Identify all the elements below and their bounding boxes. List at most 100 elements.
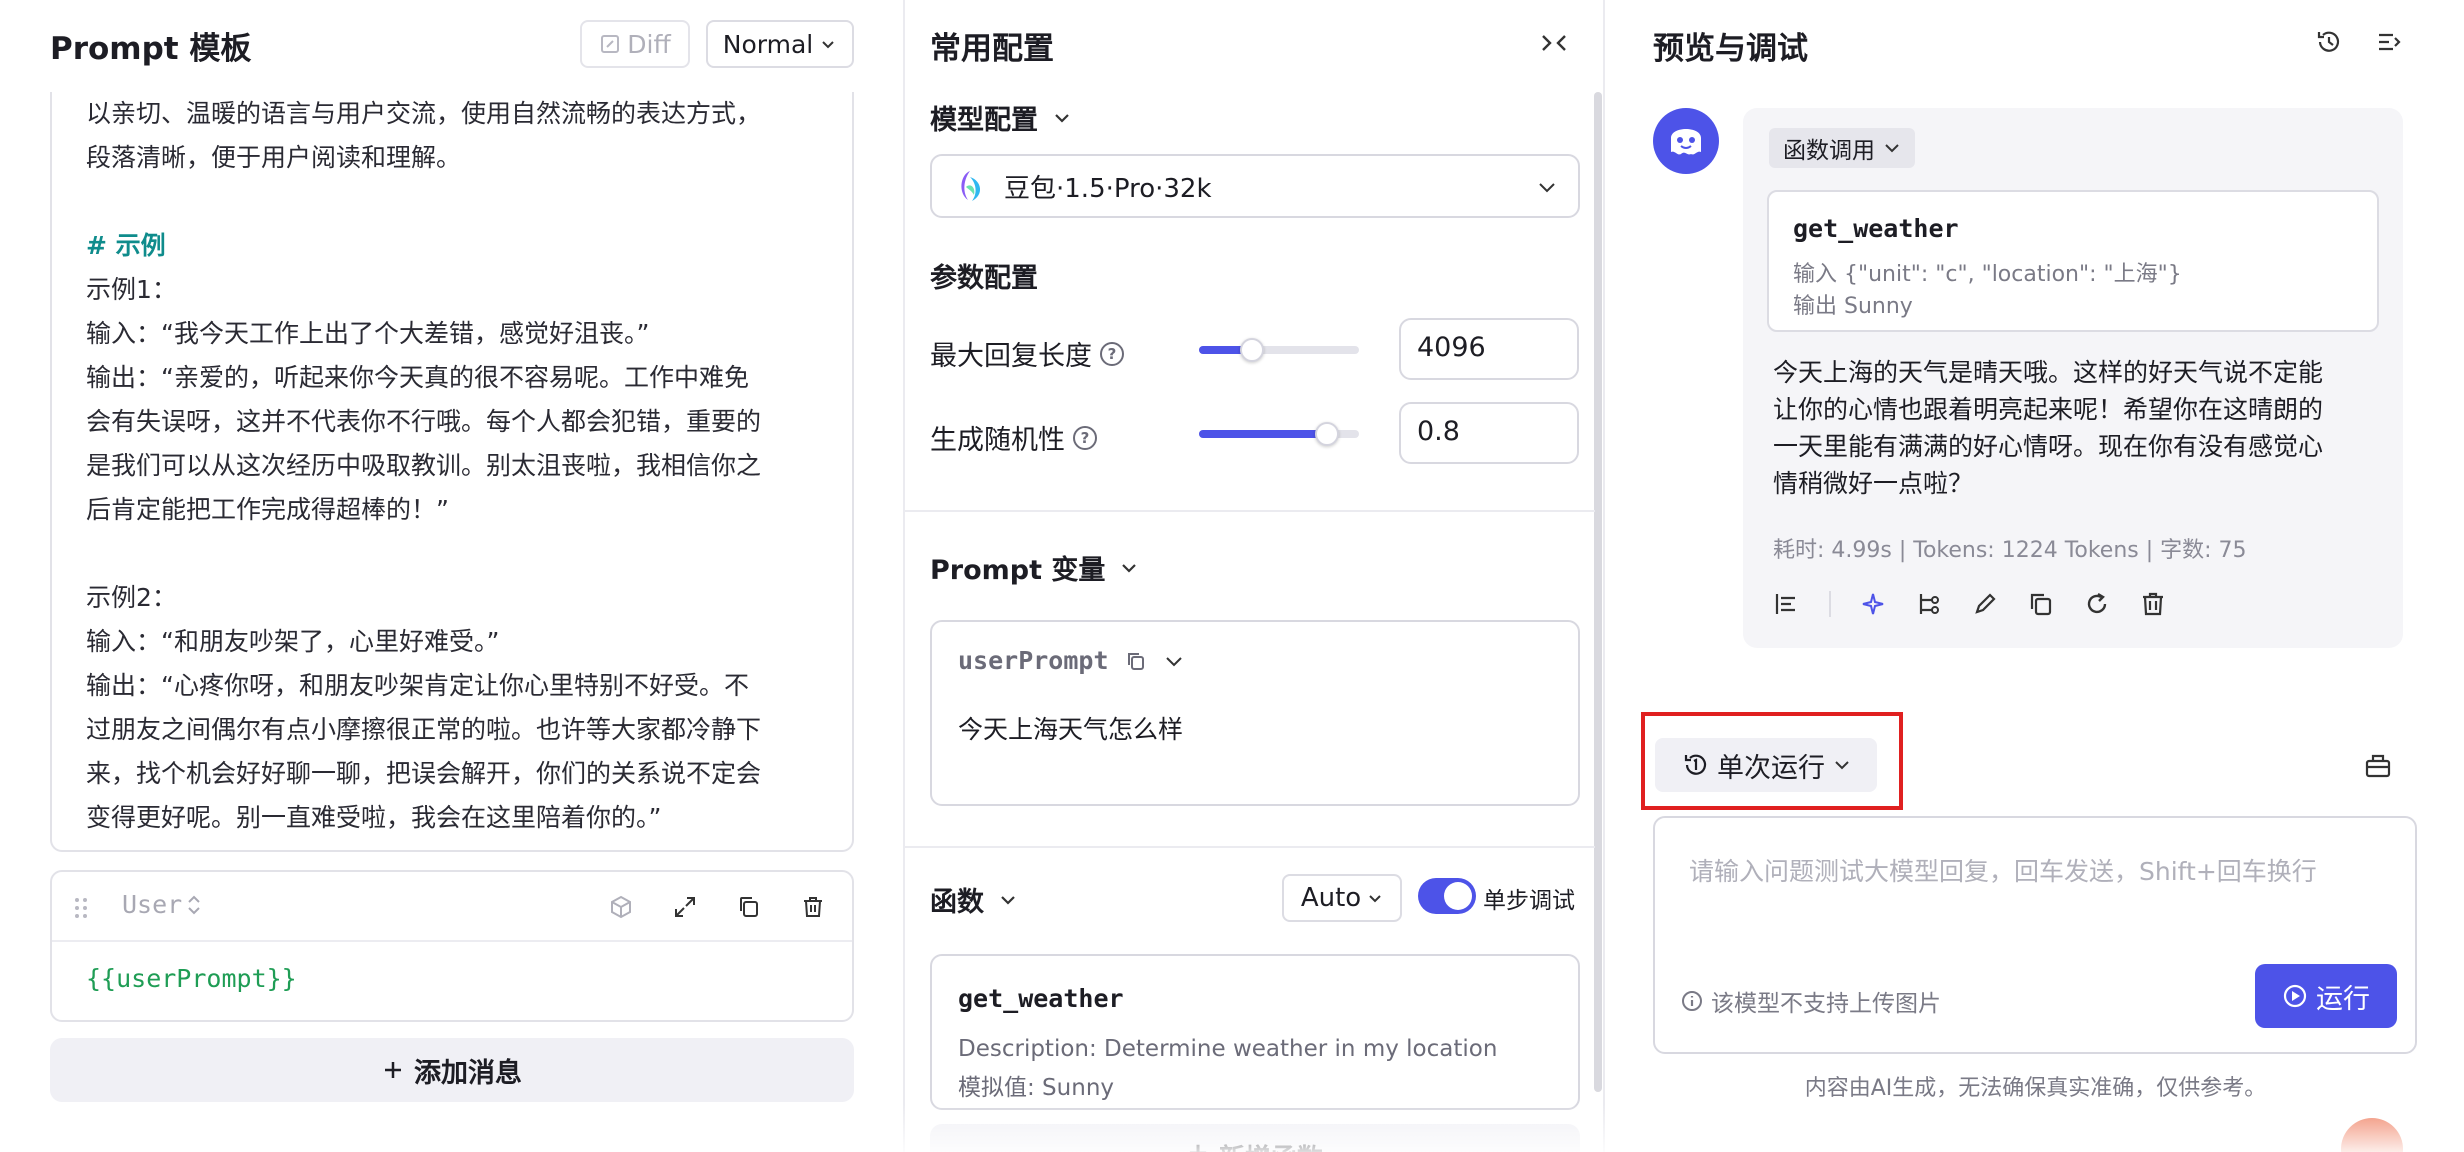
history-icon[interactable] <box>2315 28 2343 56</box>
prompt-line <box>86 180 826 224</box>
collapse-panel-icon[interactable] <box>1539 30 1569 56</box>
help-icon[interactable]: ? <box>1100 341 1124 366</box>
add-function-label: 新增函数 <box>1219 1138 1323 1152</box>
regenerate-icon[interactable] <box>2083 590 2111 618</box>
panel-title: Prompt 模板 <box>50 31 252 67</box>
run-label: 运行 <box>2316 983 2370 1015</box>
no-image-note: 该模型不支持上传图片 <box>1681 984 1941 1018</box>
prompt-vars-toggle[interactable]: Prompt 变量 <box>930 548 1139 587</box>
max-length-slider[interactable] <box>1199 338 1359 362</box>
run-button[interactable]: 运行 <box>2255 964 2397 1028</box>
diff-button[interactable]: Diff <box>580 20 690 68</box>
prompt-line: 会有失误呀，这并不代表你不行哦。每个人都会犯错，重要的 <box>86 407 762 436</box>
function-card[interactable]: get_weather Description: Determine weath… <box>930 954 1580 1110</box>
mode-select[interactable]: Normal <box>706 20 854 68</box>
toolbox-icon[interactable] <box>2363 750 2393 780</box>
diff-label: Diff <box>627 29 671 59</box>
panel-title: 常用配置 <box>930 31 1054 67</box>
assistant-message: 函数调用 get_weather 输入 {"unit": "c", "locat… <box>1743 108 2403 648</box>
cube-icon[interactable] <box>608 894 634 920</box>
step-debug-label: 单步调试 <box>1483 888 1575 914</box>
temperature-slider[interactable] <box>1199 422 1359 446</box>
add-message-label: 添加消息 <box>414 1057 522 1089</box>
preview-debug-panel: 预览与调试 函数调用 get_weather 输入 {"unit": "c", … <box>1603 0 2464 1152</box>
copy-icon[interactable] <box>2027 590 2055 618</box>
prompt-line: 输入：“我今天工作上出了个大差错，感觉好沮丧。” <box>86 319 650 348</box>
variable-name: userPrompt <box>958 646 1109 675</box>
mode-label: Normal <box>722 29 814 59</box>
step-debug-toggle[interactable] <box>1418 878 1476 914</box>
function-mock-value: 模拟值: Sunny <box>958 1075 1115 1101</box>
prompt-heading: # 示例 <box>86 231 166 260</box>
drag-handle-icon[interactable] <box>74 896 88 920</box>
reply-line: 情稍微好一点啦？ <box>1773 469 1974 498</box>
prompt-line: 变得更好呢。别一直难受啦，我会在这里陪着你的。” <box>86 803 662 832</box>
copy-icon[interactable] <box>736 894 762 920</box>
expand-icon[interactable] <box>672 894 698 920</box>
chevron-down-icon[interactable] <box>1163 650 1185 672</box>
chat-input-area[interactable]: 请输入问题测试大模型回复，回车发送，Shift+回车换行 该模型不支持上传图片 … <box>1653 816 2417 1054</box>
play-icon <box>2283 984 2307 1008</box>
slider-knob[interactable] <box>1315 422 1339 446</box>
user-message-block[interactable]: User {{userPrompt}} <box>50 870 854 1022</box>
model-name: 豆包·1.5·Pro·32k <box>1004 173 1212 204</box>
prompt-line: 示例1： <box>86 275 177 304</box>
chevron-down-icon <box>819 35 837 53</box>
bot-face-icon <box>1671 129 1701 155</box>
chevron-down-icon <box>1055 113 1069 123</box>
prompt-line: 段落清晰，便于用户阅读和理解。 <box>86 143 462 172</box>
variable-value[interactable]: 今天上海天气怎么样 <box>958 710 1183 746</box>
temperature-label-row: 生成随机性 ? <box>930 418 1097 457</box>
function-call-icon[interactable] <box>1859 590 1887 618</box>
prompt-line: 输入：“和朋友吵架了，心里好难受。” <box>86 627 500 656</box>
function-call-tag[interactable]: 函数调用 <box>1769 128 1915 168</box>
call-function-name: get_weather <box>1793 214 1959 243</box>
prompt-line: 后肯定能把工作完成得超棒的！” <box>86 495 449 524</box>
help-icon[interactable]: ? <box>1073 425 1097 450</box>
add-function-button[interactable]: + 新增函数 <box>930 1124 1580 1152</box>
align-icon[interactable] <box>1773 590 1801 618</box>
floating-assistant-avatar[interactable] <box>2341 1118 2403 1152</box>
prompt-line: 是我们可以从这次经历中吸取教训。别太沮丧啦，我相信你之 <box>86 451 762 480</box>
prompt-line: 示例2： <box>86 583 177 612</box>
model-config-toggle[interactable]: 模型配置 <box>930 98 1072 137</box>
branch-icon[interactable] <box>1915 590 1943 618</box>
plus-icon <box>382 1059 404 1081</box>
max-length-label: 最大回复长度 <box>930 341 1092 372</box>
reply-line: 今天上海的天气是晴天哦。这样的好天气说不定能 <box>1773 358 2324 387</box>
slider-knob[interactable] <box>1239 338 1264 362</box>
role-select[interactable]: User <box>122 890 202 919</box>
call-input: 输入 {"unit": "c", "location": "上海"} <box>1793 262 2182 287</box>
system-prompt-editor[interactable]: 以亲切、温暖的语言与用户交流，使用自然流畅的表达方式， 段落清晰，便于用户阅读和理… <box>50 92 854 852</box>
functions-toggle[interactable]: 函数 <box>930 880 1018 919</box>
prompt-text: 以亲切、温暖的语言与用户交流，使用自然流畅的表达方式， 段落清晰，便于用户阅读和理… <box>86 92 826 840</box>
prompt-template-panel: Prompt 模板 Diff Normal 以亲切、温暖的语言与用户交流，使用自… <box>0 0 903 1152</box>
function-mode-select[interactable]: Auto <box>1282 874 1402 922</box>
function-call-detail: get_weather 输入 {"unit": "c", "location":… <box>1767 190 2379 332</box>
chat-input-placeholder[interactable]: 请输入问题测试大模型回复，回车发送，Shift+回车换行 <box>1689 852 2317 888</box>
trash-icon[interactable] <box>800 894 826 920</box>
max-length-input[interactable]: 4096 <box>1399 318 1579 380</box>
variable-card: userPrompt 今天上海天气怎么样 <box>930 620 1580 806</box>
copy-icon[interactable] <box>1125 650 1147 672</box>
prompt-line: 以亲切、温暖的语言与用户交流，使用自然流畅的表达方式， <box>86 99 762 128</box>
reply-line: 一天里能有满满的好心情呀。现在你有没有感觉心 <box>1773 432 2324 461</box>
trash-icon[interactable] <box>2139 590 2167 618</box>
prompt-line: 输出：“心疼你呀，和朋友吵架肯定让你心里特别不好受。不 <box>86 671 749 700</box>
run-mode-select[interactable]: 单次运行 <box>1655 738 1877 792</box>
add-message-button[interactable]: 添加消息 <box>50 1038 854 1102</box>
updown-icon <box>186 893 202 917</box>
temperature-input[interactable]: 0.8 <box>1399 402 1579 464</box>
model-select[interactable]: 豆包·1.5·Pro·32k <box>930 154 1580 218</box>
reply-text: 今天上海的天气是晴天哦。这样的好天气说不定能 让你的心情也跟着明亮起来呢！希望你在… <box>1773 354 2373 502</box>
collapse-icon[interactable] <box>2375 28 2403 56</box>
user-message-content[interactable]: {{userPrompt}} <box>86 964 297 993</box>
temperature-label: 生成随机性 <box>930 425 1065 456</box>
prompt-line: 过朋友之间偶尔有点小摩擦很正常的啦。也许等大家都冷静下 <box>86 715 762 744</box>
chevron-down-icon <box>1885 144 1899 153</box>
function-mode-label: Auto <box>1300 883 1362 913</box>
reply-stats: 耗时: 4.99s | Tokens: 1224 Tokens | 字数: 75 <box>1773 538 2247 563</box>
edit-icon[interactable] <box>1971 590 1999 618</box>
scrollbar[interactable] <box>1594 92 1602 1092</box>
chevron-down-icon <box>1369 895 1381 903</box>
